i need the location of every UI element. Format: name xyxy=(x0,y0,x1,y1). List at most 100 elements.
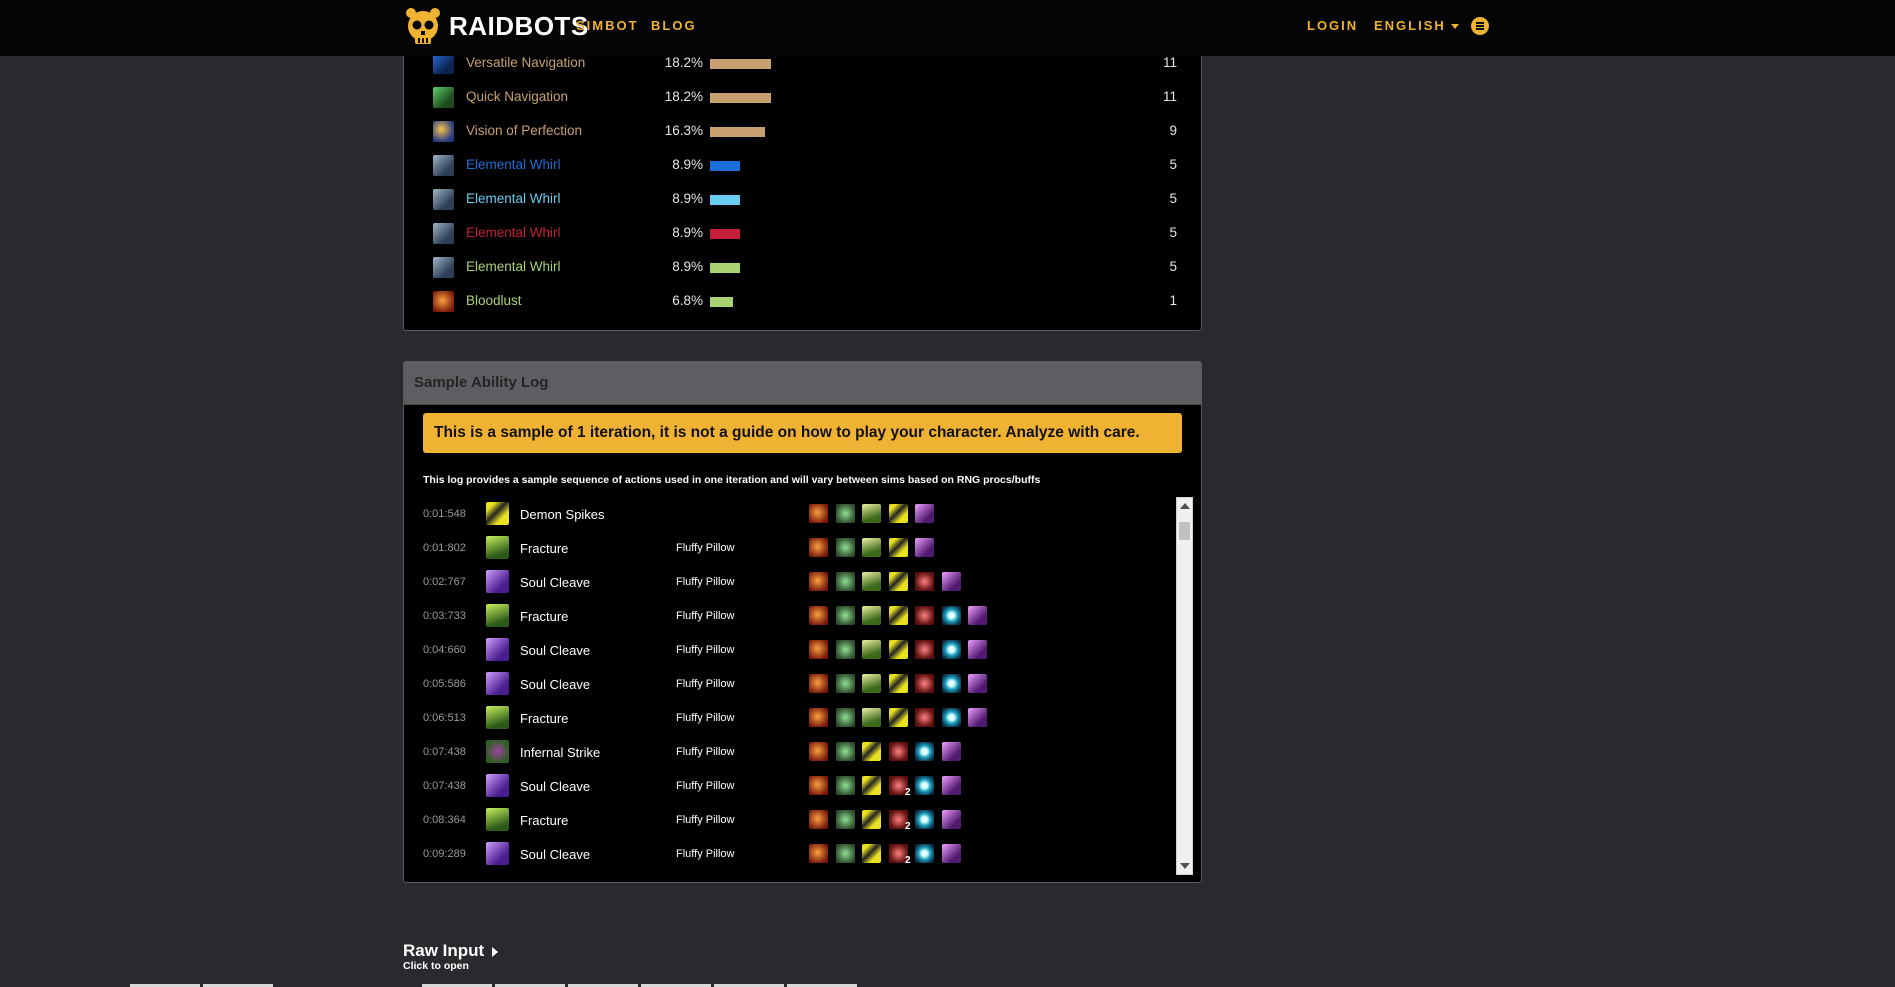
active-buff-icon[interactable] xyxy=(941,606,961,625)
active-buff-icon[interactable] xyxy=(915,640,934,659)
active-buff-icon[interactable] xyxy=(835,742,855,761)
active-buff-icon[interactable] xyxy=(862,504,881,523)
active-buff-icon[interactable] xyxy=(968,640,987,659)
active-buff-icon[interactable] xyxy=(809,742,828,761)
scroll-down-arrow-icon[interactable] xyxy=(1180,863,1190,869)
active-buff-icon[interactable] xyxy=(915,844,934,863)
active-buff-icon[interactable] xyxy=(941,776,961,795)
active-buff-icon[interactable] xyxy=(809,844,828,863)
active-buff-icon[interactable] xyxy=(809,640,828,659)
active-buff-icon[interactable] xyxy=(888,504,908,523)
active-buff-icon[interactable] xyxy=(862,742,881,761)
active-buff-icon[interactable] xyxy=(835,844,855,863)
active-buff-icon[interactable] xyxy=(888,606,908,625)
active-buff-icon[interactable] xyxy=(941,674,961,693)
buff-name[interactable]: Quick Navigation xyxy=(466,89,568,104)
active-buff-icon[interactable] xyxy=(835,572,855,591)
ability-name[interactable]: Soul Cleave xyxy=(520,575,590,590)
active-buff-icon[interactable] xyxy=(862,810,881,829)
active-buff-icon[interactable] xyxy=(915,810,934,829)
active-buff-icon[interactable] xyxy=(968,708,987,727)
active-buff-icon[interactable] xyxy=(809,572,828,591)
ability-name[interactable]: Fracture xyxy=(520,609,568,624)
active-buff-icon[interactable] xyxy=(809,606,828,625)
buff-name[interactable]: Elemental Whirl xyxy=(466,191,561,206)
buff-name[interactable]: Elemental Whirl xyxy=(466,225,561,240)
language-dropdown[interactable]: ENGLISH xyxy=(1374,18,1459,33)
active-buff-icon[interactable] xyxy=(941,810,961,829)
ability-icon[interactable] xyxy=(486,808,509,831)
active-buff-icon[interactable] xyxy=(915,742,934,761)
ability-name[interactable]: Demon Spikes xyxy=(520,507,605,522)
menu-list-icon[interactable] xyxy=(1471,17,1489,35)
active-buff-icon[interactable] xyxy=(835,674,855,693)
ability-icon[interactable] xyxy=(486,842,509,865)
raidbots-logo[interactable]: RAIDBOTS xyxy=(403,6,589,46)
active-buff-icon[interactable] xyxy=(862,844,881,863)
ability-name[interactable]: Infernal Strike xyxy=(520,745,600,760)
ability-icon[interactable] xyxy=(486,536,509,559)
active-buff-icon[interactable] xyxy=(888,708,908,727)
active-buff-icon[interactable] xyxy=(835,708,855,727)
active-buff-icon[interactable] xyxy=(835,810,855,829)
ability-icon[interactable] xyxy=(486,638,509,661)
ability-name[interactable]: Fracture xyxy=(520,541,568,556)
active-buff-icon[interactable] xyxy=(915,674,934,693)
active-buff-icon[interactable] xyxy=(862,674,881,693)
scroll-up-arrow-icon[interactable] xyxy=(1180,503,1190,509)
active-buff-icon[interactable] xyxy=(915,776,934,795)
active-buff-icon[interactable] xyxy=(835,640,855,659)
ability-icon[interactable] xyxy=(486,740,509,763)
log-scrollbar[interactable] xyxy=(1176,497,1193,875)
scroll-thumb[interactable] xyxy=(1179,522,1190,540)
ability-name[interactable]: Fracture xyxy=(520,711,568,726)
ability-icon[interactable] xyxy=(486,570,509,593)
nav-blog[interactable]: BLOG xyxy=(651,18,697,33)
ability-name[interactable]: Soul Cleave xyxy=(520,643,590,658)
ability-name[interactable]: Soul Cleave xyxy=(520,677,590,692)
active-buff-icon[interactable] xyxy=(888,538,908,557)
nav-simbot[interactable]: SIMBOT xyxy=(576,18,639,33)
active-buff-icon[interactable] xyxy=(862,640,881,659)
ability-icon[interactable] xyxy=(486,502,509,525)
ability-log-list[interactable]: 0:01:548 Demon Spikes 0:01:802 Fracture Fluf… xyxy=(423,497,1188,875)
active-buff-icon[interactable] xyxy=(941,844,961,863)
active-buff-icon[interactable] xyxy=(809,674,828,693)
buff-name[interactable]: Elemental Whirl xyxy=(466,157,561,172)
active-buff-icon[interactable] xyxy=(809,504,828,523)
active-buff-icon[interactable] xyxy=(809,810,828,829)
active-buff-icon[interactable]: 2 xyxy=(888,810,911,832)
ability-icon[interactable] xyxy=(486,706,509,729)
active-buff-icon[interactable] xyxy=(835,504,855,523)
active-buff-icon[interactable] xyxy=(968,606,987,625)
buff-name[interactable]: Versatile Navigation xyxy=(466,55,585,70)
active-buff-icon[interactable] xyxy=(915,708,934,727)
active-buff-icon[interactable] xyxy=(809,708,828,727)
ability-icon[interactable] xyxy=(486,672,509,695)
buff-name[interactable]: Vision of Perfection xyxy=(466,123,582,138)
active-buff-icon[interactable] xyxy=(862,572,881,591)
active-buff-icon[interactable] xyxy=(941,572,961,591)
active-buff-icon[interactable] xyxy=(862,606,881,625)
ability-name[interactable]: Soul Cleave xyxy=(520,779,590,794)
active-buff-icon[interactable] xyxy=(888,742,908,761)
active-buff-icon[interactable] xyxy=(835,606,855,625)
raw-input-toggle[interactable]: Raw Input Click to open xyxy=(403,941,499,972)
active-buff-icon[interactable] xyxy=(915,606,934,625)
active-buff-icon[interactable] xyxy=(862,538,881,557)
active-buff-icon[interactable] xyxy=(888,640,908,659)
ability-icon[interactable] xyxy=(486,774,509,797)
ability-name[interactable]: Soul Cleave xyxy=(520,847,590,862)
active-buff-icon[interactable] xyxy=(835,538,855,557)
active-buff-icon[interactable] xyxy=(941,640,961,659)
login-link[interactable]: LOGIN xyxy=(1307,18,1358,33)
active-buff-icon[interactable]: 2 xyxy=(888,776,911,798)
active-buff-icon[interactable] xyxy=(941,742,961,761)
active-buff-icon[interactable] xyxy=(915,538,934,557)
buff-name[interactable]: Elemental Whirl xyxy=(466,259,561,274)
active-buff-icon[interactable] xyxy=(809,538,828,557)
active-buff-icon[interactable] xyxy=(809,776,828,795)
active-buff-icon[interactable] xyxy=(888,572,908,591)
active-buff-icon[interactable] xyxy=(862,708,881,727)
active-buff-icon[interactable] xyxy=(968,674,987,693)
